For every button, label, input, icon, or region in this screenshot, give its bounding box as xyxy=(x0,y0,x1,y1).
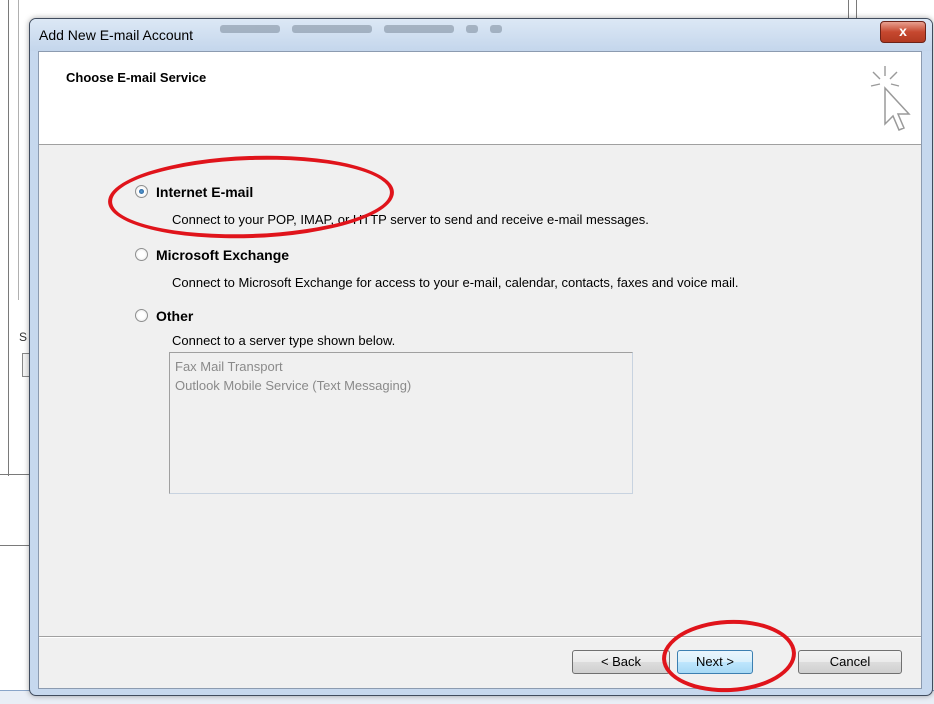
wizard-header: Choose E-mail Service xyxy=(39,52,921,145)
background-window-edge xyxy=(856,0,857,18)
background-text-fragment: S xyxy=(19,330,28,344)
background-window-edge xyxy=(18,0,19,300)
dialog-title: Add New E-mail Account xyxy=(39,27,194,43)
cursor-click-icon xyxy=(870,66,911,131)
background-window-edge xyxy=(848,0,849,18)
list-item[interactable]: Outlook Mobile Service (Text Messaging) xyxy=(175,376,627,395)
microsoft-exchange-label[interactable]: Microsoft Exchange xyxy=(156,247,289,263)
back-button[interactable]: < Back xyxy=(572,650,670,674)
cancel-button[interactable]: Cancel xyxy=(798,650,902,674)
background-toolbar-ghost xyxy=(220,25,620,37)
list-item[interactable]: Fax Mail Transport xyxy=(175,357,627,376)
microsoft-exchange-description: Connect to Microsoft Exchange for access… xyxy=(172,275,739,290)
close-button[interactable]: x xyxy=(880,21,926,43)
option-microsoft-exchange[interactable]: Microsoft Exchange xyxy=(135,247,355,265)
page-title: Choose E-mail Service xyxy=(66,70,207,85)
title-bar[interactable]: Add New E-mail Account x xyxy=(30,19,932,51)
background-window-edge xyxy=(8,0,9,476)
option-other[interactable]: Other xyxy=(135,308,255,326)
add-email-account-dialog: Add New E-mail Account x Choose E-mail S… xyxy=(29,18,933,696)
other-radio[interactable] xyxy=(135,309,148,322)
other-server-type-list[interactable]: Fax Mail Transport Outlook Mobile Servic… xyxy=(169,352,633,494)
other-label[interactable]: Other xyxy=(156,308,193,324)
dialog-client-area: Choose E-mail Service Internet E-mail Co… xyxy=(38,51,922,689)
microsoft-exchange-radio[interactable] xyxy=(135,248,148,261)
background-window-edge xyxy=(0,545,30,546)
background-window-edge xyxy=(0,474,30,475)
other-description: Connect to a server type shown below. xyxy=(172,333,396,348)
